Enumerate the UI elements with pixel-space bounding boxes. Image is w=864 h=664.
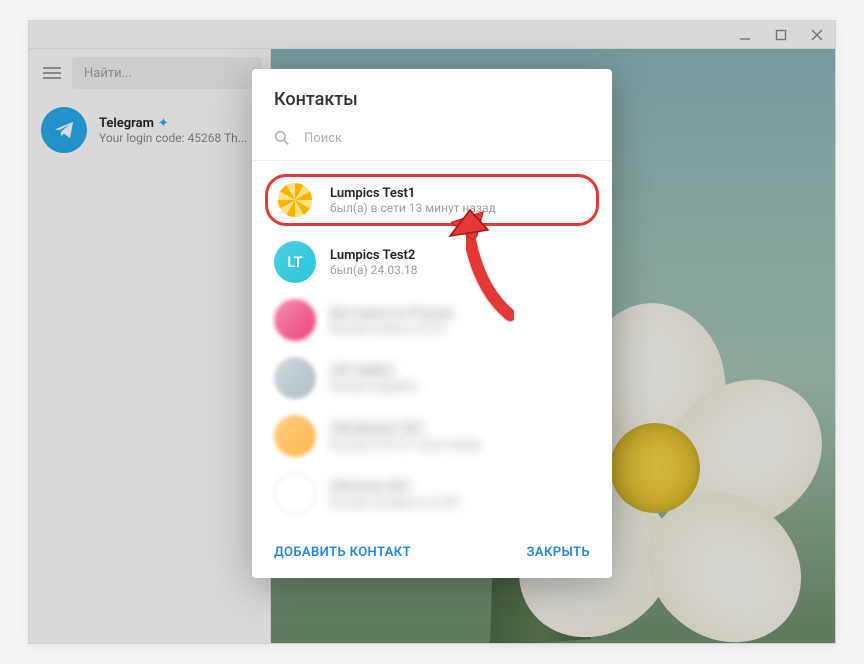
contact-name: ОКСАНА ЛКТ (330, 480, 590, 495)
contact-status: был(а) сегодня в 21:28 (330, 495, 590, 509)
contact-avatar (274, 357, 316, 399)
contact-status: был(а) в сети 2 часа назад (330, 437, 590, 451)
contact-text: ОКСАНА ЛКТ был(а) сегодня в 21:28 (330, 480, 590, 509)
search-icon (274, 130, 290, 146)
contact-text: Lumpics Test1 был(а) в сети 13 минут наз… (330, 186, 590, 215)
contact-status: был(а) в сети 13 минут назад (330, 201, 590, 215)
contact-avatar (274, 299, 316, 341)
contact-status: был(а) вчера в 21:57 (330, 321, 590, 335)
contact-text: Lumpics Test2 был(а) 24.03.18 (330, 248, 590, 277)
contact-item[interactable]: Доставка из России был(а) вчера в 21:57 (252, 291, 612, 349)
app-window: Telegram ✦ Your login code: 45268 Th... … (28, 20, 836, 644)
contact-name: СВТ МИКС (330, 364, 590, 379)
close-button[interactable]: ЗАКРЫТЬ (527, 545, 590, 560)
contact-name: Lumpics Test2 (330, 248, 590, 263)
modal-footer: ДОБАВИТЬ КОНТАКТ ЗАКРЫТЬ (252, 529, 612, 578)
contact-name: ЛИСИЦЫН ЛКТ (330, 422, 590, 437)
contact-avatar: LT (274, 241, 316, 283)
contact-text: Доставка из России был(а) вчера в 21:57 (330, 306, 590, 335)
contact-search-input[interactable] (304, 131, 590, 146)
add-contact-button[interactable]: ДОБАВИТЬ КОНТАКТ (274, 545, 411, 560)
contact-item[interactable]: ОКСАНА ЛКТ был(а) сегодня в 21:28 (252, 465, 612, 523)
contact-status: был(а) недавно (330, 379, 590, 393)
contact-text: СВТ МИКС был(а) недавно (330, 364, 590, 393)
contact-item[interactable]: ЛИСИЦЫН ЛКТ был(а) в сети 2 часа назад (252, 407, 612, 465)
modal-search-row (252, 124, 612, 161)
contact-avatar (274, 473, 316, 515)
modal-title: Контакты (252, 69, 612, 124)
lumpics-icon (274, 179, 316, 221)
contacts-modal: Контакты Lumpics Test1 был(а) в сети 13 … (252, 69, 612, 578)
contact-item-lumpics-test2[interactable]: LT Lumpics Test2 был(а) 24.03.18 (252, 233, 612, 291)
contact-text: ЛИСИЦЫН ЛКТ был(а) в сети 2 часа назад (330, 422, 590, 451)
contact-name: Доставка из России (330, 306, 590, 321)
contact-item-lumpics-test1[interactable]: Lumpics Test1 был(а) в сети 13 минут наз… (262, 171, 602, 229)
contact-avatar (274, 415, 316, 457)
modal-overlay[interactable]: Контакты Lumpics Test1 был(а) в сети 13 … (29, 21, 835, 643)
contact-avatar (274, 179, 316, 221)
contact-list[interactable]: Lumpics Test1 был(а) в сети 13 минут наз… (252, 161, 612, 529)
contact-item[interactable]: СВТ МИКС был(а) недавно (252, 349, 612, 407)
contact-name: Lumpics Test1 (330, 186, 590, 201)
contact-status: был(а) 24.03.18 (330, 263, 590, 277)
